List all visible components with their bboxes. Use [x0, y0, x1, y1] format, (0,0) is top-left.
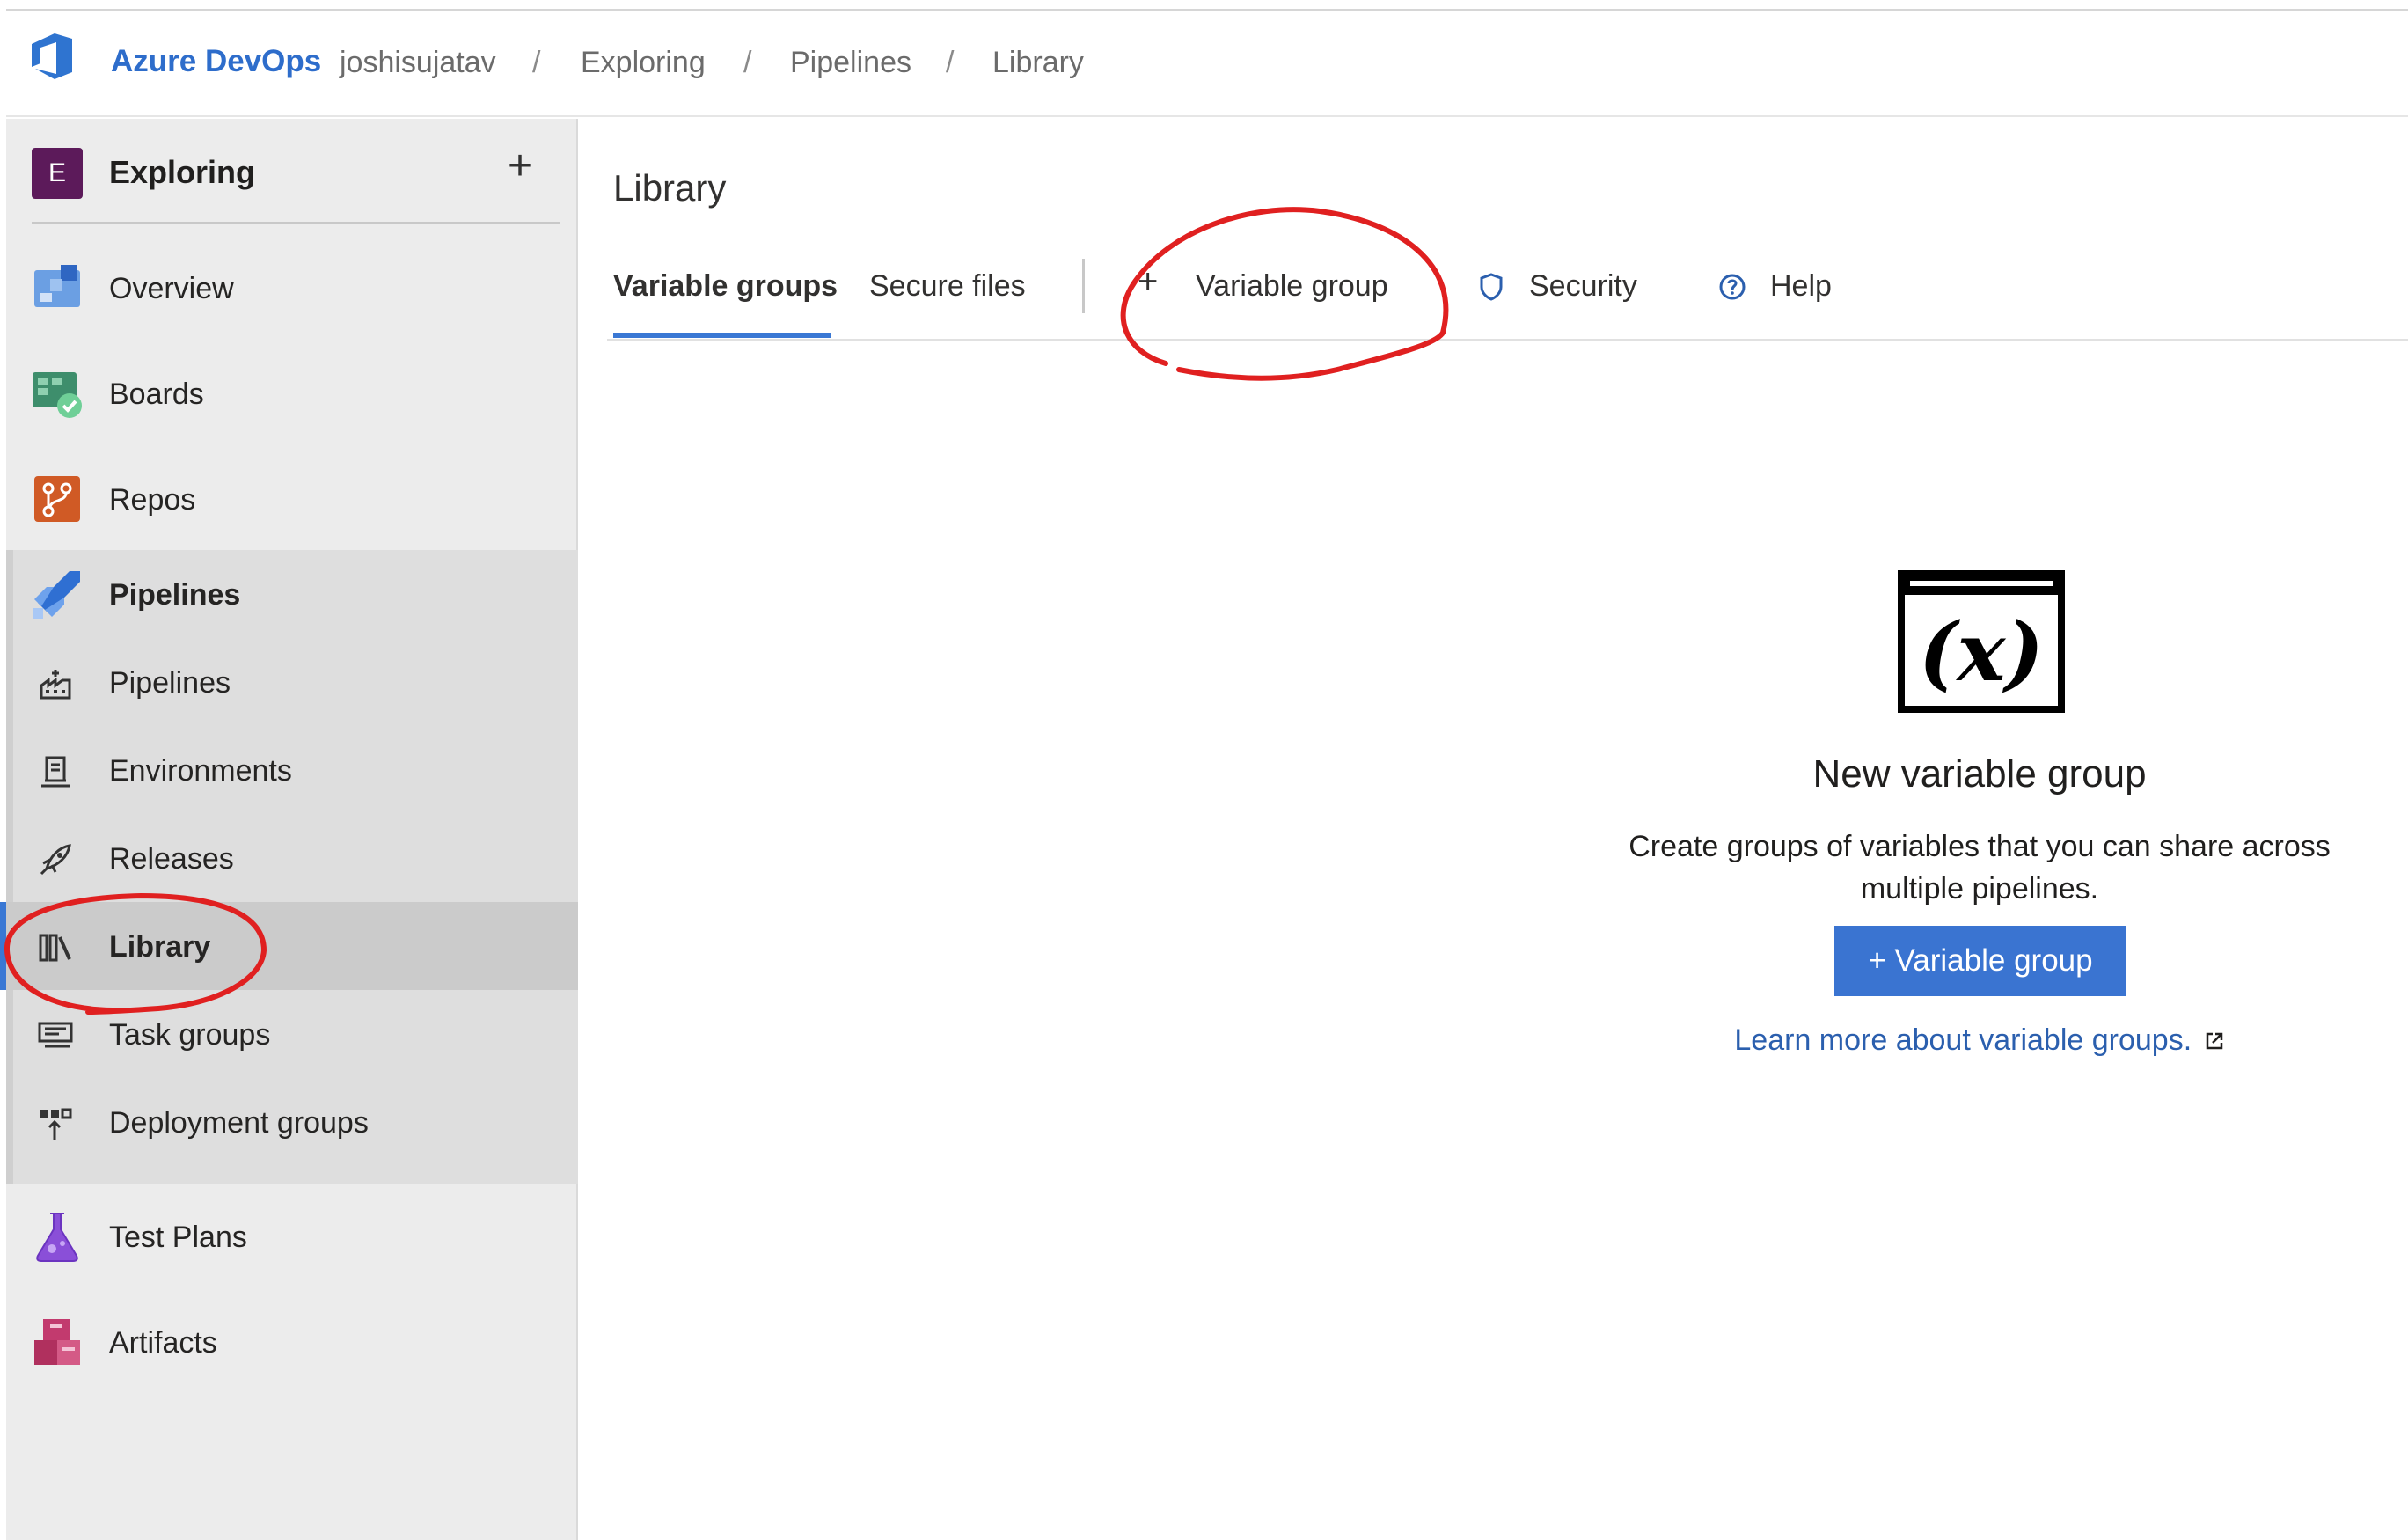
tab-bar: Variable groups Secure files + Variable …	[607, 255, 2408, 341]
breadcrumb-organization[interactable]: joshisujatav	[340, 46, 496, 80]
security-button[interactable]: Security	[1529, 269, 1637, 304]
toolbar-divider	[1082, 259, 1085, 313]
sidebar-item-label: Repos	[109, 483, 196, 517]
brand-name[interactable]: Azure DevOps	[111, 44, 321, 79]
sidebar-subitem-label: Library	[109, 930, 211, 964]
learn-more-text[interactable]: Learn more about variable groups.	[1734, 1023, 2192, 1057]
sidebar-subitem-task-groups[interactable]: Task groups	[6, 990, 578, 1078]
boards-icon	[33, 372, 82, 418]
releases-icon	[40, 844, 71, 876]
learn-more-link[interactable]: Learn more about variable groups.	[1540, 1023, 2408, 1058]
sidebar-item-pipelines[interactable]: Pipelines	[6, 550, 578, 638]
help-button[interactable]: Help	[1770, 269, 1832, 304]
sidebar-subitem-pipelines[interactable]: Pipelines	[6, 638, 578, 726]
project-header: E Exploring +	[6, 119, 578, 224]
azure-devops-logo-icon[interactable]	[26, 30, 81, 81]
add-variable-group-button[interactable]: Variable group	[1196, 269, 1388, 304]
external-link-icon	[2206, 1032, 2222, 1050]
library-icon	[39, 934, 71, 962]
sidebar-subitem-label: Releases	[109, 842, 234, 876]
sidebar-item-test-plans[interactable]: Test Plans	[6, 1192, 578, 1280]
sidebar-subitem-label: Pipelines	[109, 666, 231, 700]
variable-group-icon: (x)	[1898, 570, 2065, 713]
sidebar-subitem-deployment-groups[interactable]: Deployment groups	[6, 1078, 578, 1166]
selection-indicator	[0, 902, 6, 990]
sidebar-subitem-label: Environments	[109, 754, 292, 788]
sidebar-item-label: Overview	[109, 272, 234, 305]
tab-variable-groups[interactable]: Variable groups	[613, 269, 838, 304]
breadcrumb-project[interactable]: Exploring	[581, 46, 706, 80]
sidebar-subitem-library[interactable]: Library	[0, 902, 578, 990]
breadcrumb-pipelines[interactable]: Pipelines	[790, 46, 911, 80]
project-avatar[interactable]: E	[32, 148, 83, 199]
page-title: Library	[613, 167, 727, 209]
task-groups-icon	[38, 1022, 73, 1048]
sidebar-item-artifacts[interactable]: Artifacts	[6, 1298, 578, 1386]
tab-secure-files[interactable]: Secure files	[869, 269, 1026, 304]
sidebar-item-label: Boards	[109, 378, 204, 411]
plus-icon[interactable]: +	[1138, 262, 1158, 302]
empty-state-description: Create groups of variables that you can …	[1629, 830, 2331, 906]
artifacts-icon	[34, 1319, 80, 1365]
environments-icon	[41, 756, 70, 788]
sidebar-item-repos[interactable]: Repos	[6, 455, 578, 543]
active-tab-indicator	[613, 333, 831, 338]
breadcrumb-separator: /	[532, 46, 541, 79]
sidebar-item-overview[interactable]: Overview	[6, 244, 578, 332]
sidebar-subitem-releases[interactable]: Releases	[6, 814, 578, 902]
new-item-button[interactable]: +	[508, 142, 532, 190]
shield-icon[interactable]	[1476, 269, 1506, 304]
sidebar-item-label: Test Plans	[109, 1221, 247, 1254]
deployment-groups-icon	[40, 1108, 72, 1140]
sidebar-item-label: Pipelines	[109, 578, 241, 612]
pipelines-sub-icon	[40, 670, 71, 700]
sidebar-subitem-label: Deployment groups	[109, 1106, 369, 1140]
empty-state-title: New variable group	[1812, 752, 2147, 796]
breadcrumb-separator: /	[743, 46, 752, 79]
variable-symbol: (x)	[1919, 605, 2044, 700]
overview-icon	[34, 265, 80, 307]
pipelines-group: Pipelines Pipelines Environments Release…	[0, 550, 578, 1184]
breadcrumb-library[interactable]: Library	[992, 46, 1084, 80]
sidebar-item-boards[interactable]: Boards	[6, 349, 578, 437]
breadcrumb-separator: /	[946, 46, 955, 79]
sidebar-item-label: Artifacts	[109, 1326, 217, 1360]
pipelines-icon	[33, 571, 80, 619]
test-plans-icon	[36, 1213, 78, 1262]
project-name[interactable]: Exploring	[109, 154, 255, 191]
help-icon[interactable]	[1717, 269, 1747, 304]
sidebar-subitem-label: Task groups	[109, 1018, 271, 1052]
sidebar: E Exploring + Overview Boards Repos Pipe…	[0, 119, 578, 1540]
sidebar-subitem-environments[interactable]: Environments	[6, 726, 578, 814]
repos-icon	[34, 476, 80, 522]
divider	[32, 222, 560, 224]
new-variable-group-button[interactable]: + Variable group	[1834, 926, 2126, 996]
